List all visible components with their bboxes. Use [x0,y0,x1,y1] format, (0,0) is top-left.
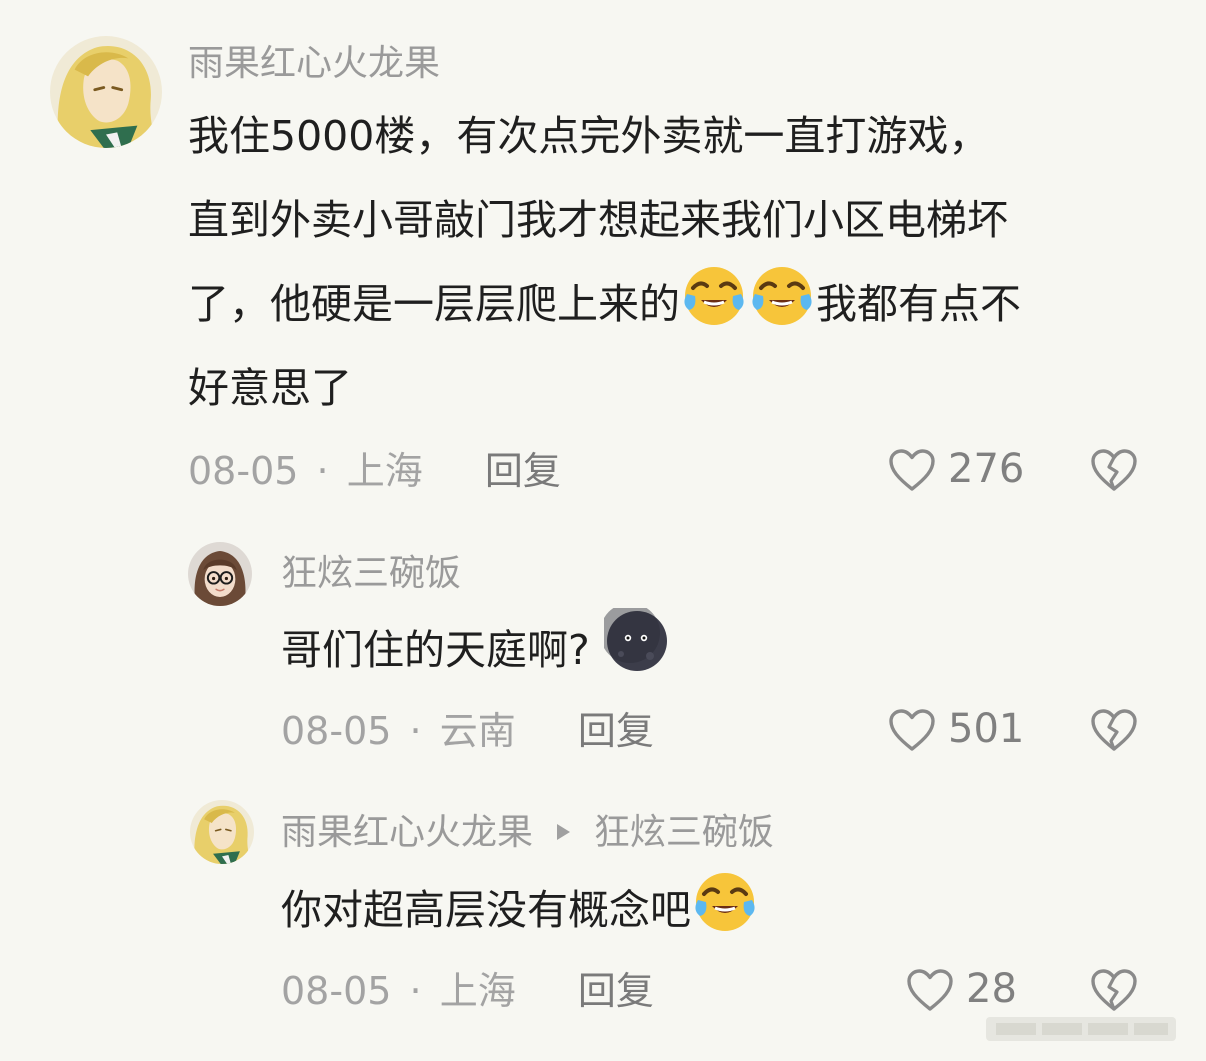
reply-button[interactable]: 回复 [485,449,561,493]
comment-meta: 08-05 · 云南 回复 [281,708,654,754]
comment-text: 你对超高层没有概念吧 [281,868,759,952]
crying-laughing-emoji [681,262,747,328]
comment-text-line: 了，他硬是一层层爬上来的 我都有点不 [188,262,1178,346]
comment-header: 雨果红心火龙果 狂炫三碗饭 [281,811,774,855]
comment-location: 云南 [439,709,516,753]
comment-username[interactable]: 狂炫三碗饭 [281,552,461,596]
like-button[interactable]: 501 [888,706,1028,756]
reply-button[interactable]: 回复 [578,969,654,1013]
reply-button[interactable]: 回复 [578,709,654,753]
comment-text: 我住5000楼，有次点完外卖就一直打游戏， 直到外卖小哥敲门我才想起来我们小区电… [188,94,1178,430]
triangle-right-icon [557,824,571,840]
comment-text: 哥们住的天庭啊? [281,608,671,692]
meta-separator: · [409,969,422,1013]
watermark [986,1017,1176,1041]
avatar[interactable] [188,542,252,606]
crying-laughing-emoji [692,868,758,934]
broken-heart-icon[interactable] [1090,708,1138,752]
heart-outline-icon [888,708,936,752]
like-button[interactable]: 276 [888,446,1028,496]
comment-username[interactable]: 雨果红心火龙果 [281,812,533,853]
comment-username[interactable]: 雨果红心火龙果 [188,42,440,86]
reply-to-username[interactable]: 狂炫三碗饭 [594,812,774,853]
comment-date: 08-05 [281,709,392,753]
comment-location: 上海 [346,449,423,493]
heart-outline-icon [888,448,936,492]
comment-text-line: 好意思了 [188,364,352,412]
comment-text-line: 直到外卖小哥敲门我才想起来我们小区电梯坏 [188,196,1008,244]
comment-meta: 08-05 · 上海 回复 [188,448,561,494]
like-count: 501 [948,706,1025,752]
comment-date: 08-05 [281,969,392,1013]
broken-heart-icon[interactable] [1090,448,1138,492]
comment-date: 08-05 [188,449,299,493]
dark-moon-face-emoji [604,608,670,674]
meta-separator: · [316,449,329,493]
like-count: 276 [948,446,1025,492]
heart-outline-icon [906,968,954,1012]
meta-separator: · [409,709,422,753]
crying-laughing-emoji [749,262,815,328]
avatar[interactable] [50,36,162,148]
comment-meta: 08-05 · 上海 回复 [281,968,654,1014]
avatar[interactable] [190,800,254,864]
comment-text-line: 我住5000楼，有次点完外卖就一直打游戏， [188,112,990,160]
comment-location: 上海 [439,969,516,1013]
